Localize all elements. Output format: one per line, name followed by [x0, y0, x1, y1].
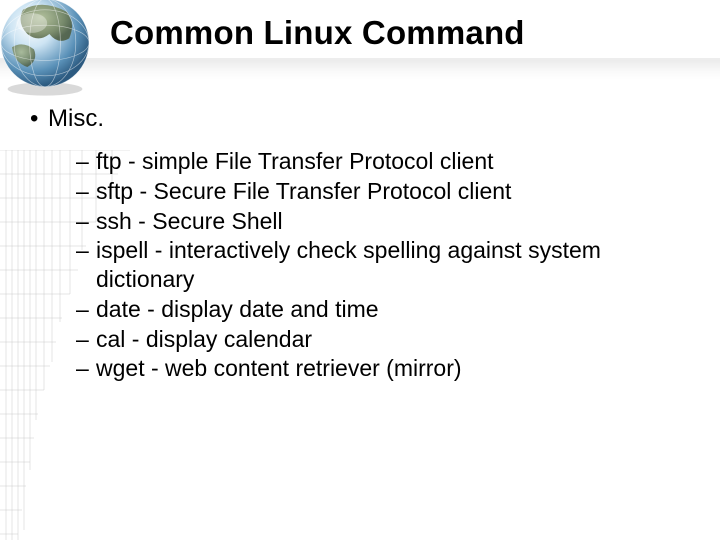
dash-marker: – — [76, 207, 96, 236]
dash-marker: – — [76, 354, 96, 383]
list-item-text: ftp - simple File Transfer Protocol clie… — [96, 147, 700, 176]
dash-marker: – — [76, 236, 96, 294]
bullet-marker: • — [30, 105, 48, 133]
list-item: –ispell - interactively check spelling a… — [76, 236, 700, 294]
list-item-text: ispell - interactively check spelling ag… — [96, 236, 700, 294]
dash-marker: – — [76, 177, 96, 206]
list-item-text: sftp - Secure File Transfer Protocol cli… — [96, 177, 700, 206]
dash-marker: – — [76, 295, 96, 324]
list-item-text: ssh - Secure Shell — [96, 207, 700, 236]
dash-marker: – — [76, 325, 96, 354]
header-underline — [0, 60, 720, 80]
list-item-text: wget - web content retriever (mirror) — [96, 354, 700, 383]
list-item: –wget - web content retriever (mirror) — [76, 354, 700, 383]
content-area: •Misc. –ftp - simple File Transfer Proto… — [30, 105, 700, 384]
bullet-level1: •Misc. — [30, 105, 700, 133]
list-item: –date - display date and time — [76, 295, 700, 324]
list-item-text: date - display date and time — [96, 295, 700, 324]
list-item: –ssh - Secure Shell — [76, 207, 700, 236]
slide: Common Linux Command •Misc. –ftp - simpl… — [0, 0, 720, 540]
list-item: –ftp - simple File Transfer Protocol cli… — [76, 147, 700, 176]
list-item: –sftp - Secure File Transfer Protocol cl… — [76, 177, 700, 206]
sub-bullet-list: –ftp - simple File Transfer Protocol cli… — [76, 147, 700, 383]
list-item-text: cal - display calendar — [96, 325, 700, 354]
slide-title: Common Linux Command — [110, 14, 525, 52]
list-item: –cal - display calendar — [76, 325, 700, 354]
bullet-text: Misc. — [48, 105, 104, 132]
dash-marker: – — [76, 147, 96, 176]
globe-icon — [0, 0, 100, 100]
